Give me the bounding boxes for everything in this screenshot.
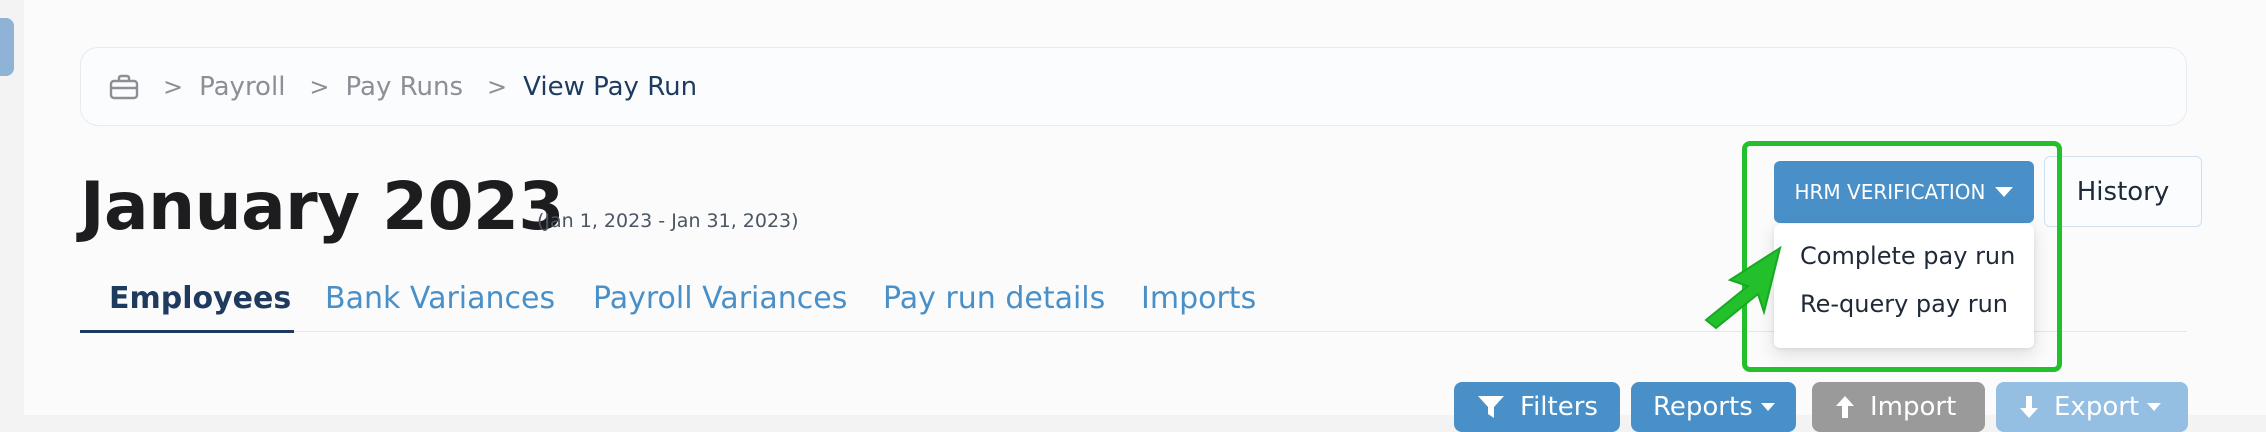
briefcase-icon[interactable]: [109, 74, 139, 100]
filters-button[interactable]: Filters: [1454, 382, 1620, 432]
tab-employees[interactable]: Employees: [109, 281, 291, 316]
caret-down-icon: [1760, 403, 1775, 411]
filters-label: Filters: [1520, 392, 1598, 422]
download-icon: [2018, 394, 2040, 420]
import-label: Import: [1870, 392, 1957, 422]
filter-icon: [1476, 394, 1506, 420]
tab-pay-run-details[interactable]: Pay run details: [883, 281, 1105, 316]
page-title: January 2023: [80, 168, 564, 245]
active-tab-indicator: [80, 330, 294, 333]
export-button[interactable]: Export: [1996, 382, 2188, 432]
export-label: Export: [2054, 392, 2140, 422]
history-button[interactable]: History: [2044, 156, 2202, 227]
pointer-arrow-icon: [1700, 240, 1790, 334]
chevron-right-icon: >: [163, 72, 184, 101]
breadcrumb: > Payroll > Pay Runs > View Pay Run: [80, 47, 2187, 126]
breadcrumb-current: View Pay Run: [523, 71, 698, 102]
date-range: (Jan 1, 2023 - Jan 31, 2023): [537, 210, 799, 232]
side-panel-tab[interactable]: [0, 18, 14, 76]
chevron-right-icon: >: [309, 72, 330, 101]
chevron-right-icon: >: [487, 72, 508, 101]
reports-label: Reports: [1653, 392, 1753, 422]
tab-payroll-variances[interactable]: Payroll Variances: [593, 281, 847, 316]
tab-imports[interactable]: Imports: [1141, 281, 1256, 316]
caret-down-icon: [2147, 403, 2162, 411]
highlight-box: [1742, 141, 2062, 372]
breadcrumb-pay-runs[interactable]: Pay Runs: [346, 72, 464, 102]
breadcrumb-payroll[interactable]: Payroll: [199, 72, 285, 102]
upload-icon: [1834, 394, 1856, 420]
import-button[interactable]: Import: [1812, 382, 1985, 432]
tab-bank-variances[interactable]: Bank Variances: [325, 281, 555, 316]
reports-button[interactable]: Reports: [1631, 382, 1796, 432]
